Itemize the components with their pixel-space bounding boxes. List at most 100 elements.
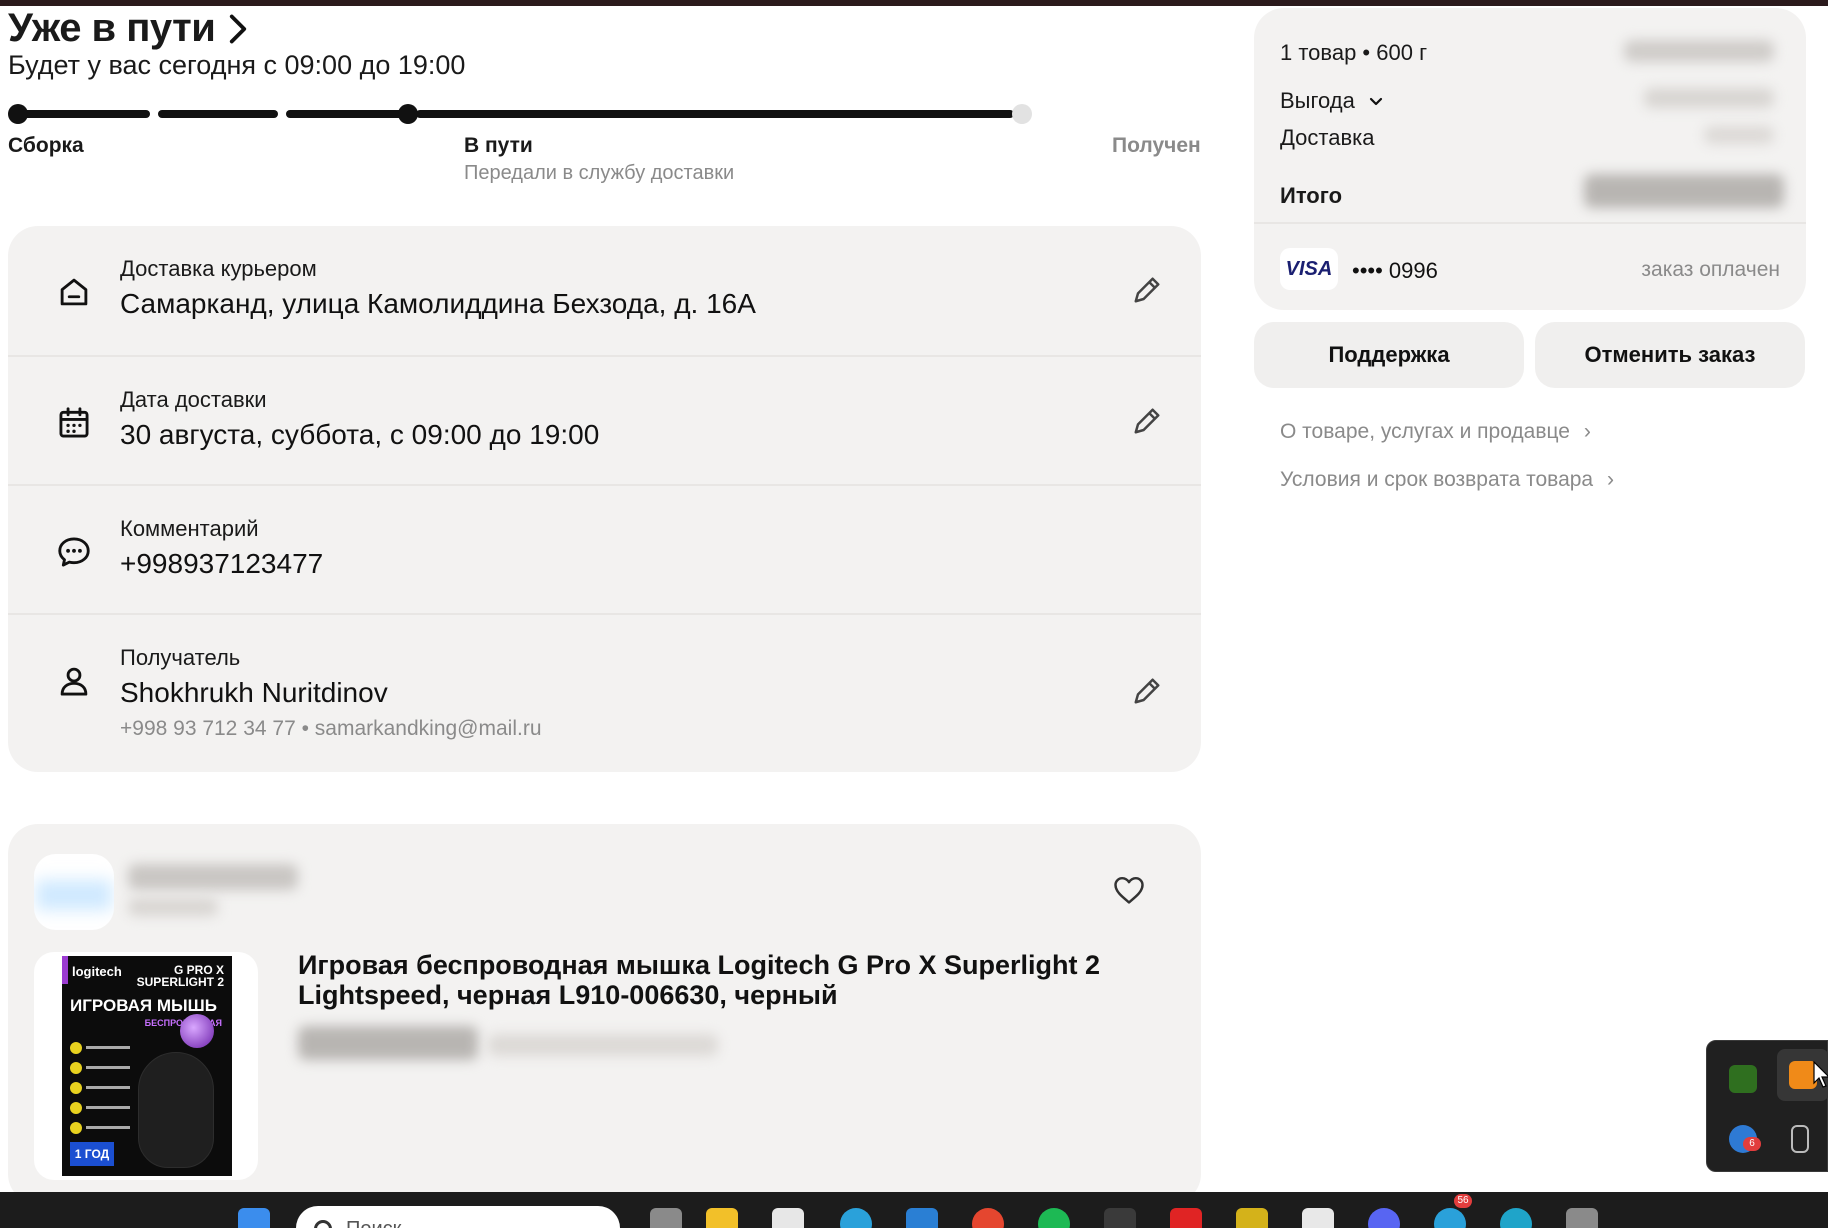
vscode-icon[interactable] bbox=[906, 1208, 938, 1228]
pencil-icon bbox=[1134, 277, 1160, 303]
system-tray-popup: 6 bbox=[1706, 1040, 1828, 1172]
product-image[interactable]: logitech G PRO X SUPERLIGHT 2 ИГРОВАЯ МЫШ… bbox=[34, 952, 258, 1180]
support-button[interactable]: Поддержка bbox=[1254, 322, 1524, 388]
chrome-icon[interactable] bbox=[972, 1208, 1004, 1228]
telegram-icon[interactable] bbox=[840, 1208, 872, 1228]
task-view-icon[interactable] bbox=[650, 1208, 682, 1228]
search-icon bbox=[314, 1220, 332, 1228]
order-progress-bar bbox=[8, 100, 1203, 130]
calendar-icon bbox=[48, 397, 100, 449]
progress-step-dot-current bbox=[398, 104, 418, 124]
product-box-art: logitech G PRO X SUPERLIGHT 2 ИГРОВАЯ МЫШ… bbox=[62, 956, 232, 1176]
chevron-down-icon bbox=[1369, 98, 1383, 106]
person-icon bbox=[48, 655, 100, 707]
box-bullet-text bbox=[86, 1086, 130, 1089]
payment-status: заказ оплачен bbox=[1641, 258, 1780, 281]
box-headline: ИГРОВАЯ МЫШЬ bbox=[70, 996, 217, 1015]
chevron-right-icon: › bbox=[1606, 468, 1614, 491]
order-status-title[interactable]: Уже в пути bbox=[8, 6, 249, 51]
card-number-masked: •••• 0996 bbox=[1352, 258, 1438, 283]
box-brand-text: logitech bbox=[72, 964, 122, 979]
tray-notification-badge: 6 bbox=[1743, 1137, 1761, 1151]
mouse-graphic bbox=[138, 1052, 214, 1168]
product-info-link-text: О товаре, услугах и продавце bbox=[1280, 420, 1570, 443]
recipient-row: Получатель Shokhrukh Nuritdinov +998 93 … bbox=[8, 613, 1201, 772]
edge-icon[interactable] bbox=[1500, 1208, 1532, 1228]
file-explorer-icon[interactable] bbox=[706, 1208, 738, 1228]
box-bullet bbox=[70, 1102, 82, 1114]
box-stripe bbox=[62, 956, 68, 984]
delivery-method-label: Доставка курьером bbox=[120, 256, 317, 281]
nvidia-tray-icon[interactable] bbox=[1729, 1065, 1757, 1093]
seller-logo[interactable] bbox=[34, 854, 114, 930]
windows-start-icon[interactable] bbox=[238, 1208, 270, 1228]
product-details-redacted bbox=[488, 1034, 718, 1056]
edit-recipient-button[interactable] bbox=[1123, 667, 1171, 715]
chat-bubble-icon bbox=[48, 526, 100, 578]
progress-segment bbox=[158, 110, 278, 118]
box-model-text: G PRO X SUPERLIGHT 2 bbox=[137, 964, 224, 988]
notion-icon[interactable] bbox=[1302, 1208, 1334, 1228]
progress-segment bbox=[18, 110, 150, 118]
items-count-weight: 1 товар • 600 г bbox=[1280, 40, 1428, 65]
delivery-cost-label: Доставка bbox=[1280, 125, 1375, 150]
chevron-right-icon bbox=[230, 14, 247, 43]
benefit-toggle[interactable]: Выгода bbox=[1280, 88, 1383, 114]
progress-step-dot-pending bbox=[1012, 104, 1032, 124]
product-title-link[interactable]: Игровая беспроводная мышка Logitech G Pr… bbox=[298, 950, 1118, 1010]
store-icon[interactable] bbox=[772, 1208, 804, 1228]
box-bullet bbox=[70, 1082, 82, 1094]
pencil-icon bbox=[1134, 408, 1160, 434]
box-bullet-text bbox=[86, 1106, 130, 1109]
progress-step-dot bbox=[8, 104, 28, 124]
box-warranty-badge: 1 ГОД bbox=[70, 1142, 114, 1166]
edit-date-button[interactable] bbox=[1123, 397, 1171, 445]
total-amount-redacted bbox=[1584, 174, 1784, 208]
taskbar-search-placeholder: Поиск bbox=[346, 1218, 401, 1228]
calculator-icon[interactable] bbox=[1566, 1208, 1598, 1228]
return-policy-link-text: Условия и срок возврата товара bbox=[1280, 468, 1594, 491]
edit-address-button[interactable] bbox=[1123, 266, 1171, 314]
delivery-address-row: Доставка курьером Самарканд, улица Камол… bbox=[8, 226, 1201, 355]
box-bullet bbox=[70, 1062, 82, 1074]
order-status-title-text: Уже в пути bbox=[8, 6, 216, 50]
app-icon[interactable] bbox=[1236, 1208, 1268, 1228]
delivery-window-text: Будет у вас сегодня с 09:00 до 19:00 bbox=[8, 50, 466, 80]
recipient-name: Shokhrukh Nuritdinov bbox=[120, 677, 388, 708]
chevron-right-icon: › bbox=[1583, 420, 1591, 443]
seller-rating-redacted bbox=[128, 898, 218, 916]
progress-segment bbox=[286, 110, 408, 118]
delivery-info-card: Доставка курьером Самарканд, улица Камол… bbox=[8, 226, 1201, 772]
spotify-icon[interactable] bbox=[1038, 1208, 1070, 1228]
delivery-address-value: Самарканд, улица Камолиддина Бехзода, д.… bbox=[120, 288, 756, 319]
favorite-button[interactable] bbox=[1111, 872, 1151, 912]
subtotal-redacted bbox=[1624, 40, 1774, 62]
step-description: Передали в службу доставки bbox=[464, 162, 735, 184]
heart-icon bbox=[1114, 876, 1144, 904]
telegram-icon[interactable] bbox=[1434, 1208, 1466, 1228]
cancel-order-button[interactable]: Отменить заказ bbox=[1535, 322, 1805, 388]
box-bullet-text bbox=[86, 1046, 130, 1049]
youtube-icon[interactable] bbox=[1170, 1208, 1202, 1228]
step-label-assembly: Сборка bbox=[8, 134, 84, 157]
total-label: Итого bbox=[1280, 183, 1343, 208]
box-model-line2: SUPERLIGHT 2 bbox=[136, 975, 224, 989]
usb-drive-tray-icon[interactable] bbox=[1791, 1125, 1809, 1153]
order-summary-card: 1 товар • 600 г Выгода Доставка Итого VI… bbox=[1254, 8, 1806, 310]
pencil-icon bbox=[1134, 678, 1160, 704]
product-info-link[interactable]: О товаре, услугах и продавце › bbox=[1280, 420, 1591, 444]
delivery-date-label: Дата доставки bbox=[120, 387, 267, 412]
return-policy-link[interactable]: Условия и срок возврата товара › bbox=[1280, 468, 1614, 492]
home-icon bbox=[48, 266, 100, 318]
comment-value: +998937123477 bbox=[120, 548, 324, 579]
discord-icon[interactable] bbox=[1368, 1208, 1400, 1228]
taskbar-search[interactable]: Поиск bbox=[296, 1206, 620, 1228]
benefit-amount-redacted bbox=[1644, 88, 1774, 108]
box-bullet-text bbox=[86, 1126, 130, 1129]
seller-name-redacted bbox=[128, 864, 298, 890]
box-bullet bbox=[70, 1122, 82, 1134]
comment-label: Комментарий bbox=[120, 516, 259, 541]
app-icon[interactable] bbox=[1104, 1208, 1136, 1228]
product-card: logitech G PRO X SUPERLIGHT 2 ИГРОВАЯ МЫШ… bbox=[8, 824, 1201, 1204]
delivery-date-value: 30 августа, суббота, с 09:00 до 19:00 bbox=[120, 419, 600, 450]
